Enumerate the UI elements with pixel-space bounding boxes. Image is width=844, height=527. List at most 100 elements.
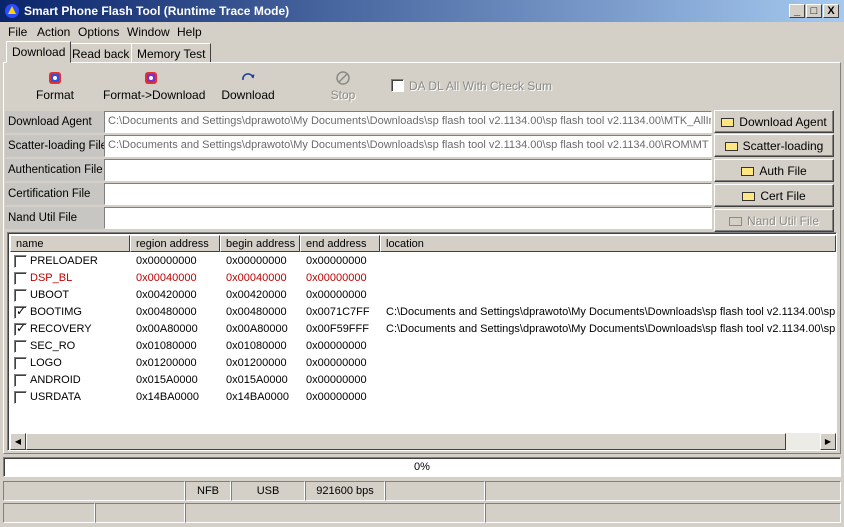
download-arrow-icon [242,73,255,81]
tab-read-back[interactable]: Read back [66,43,136,63]
table-row[interactable]: DSP_BL 0x00040000 0x00040000 0x00000000 [10,270,836,287]
row-checkbox[interactable]: ✓ [14,304,27,319]
cell-name: USRDATA [30,391,81,403]
cell-region: 0x00000000 [136,255,197,267]
column-header-name[interactable]: name [10,235,130,252]
table-row[interactable]: SEC_RO 0x01080000 0x01080000 0x00000000 [10,338,836,355]
menu-bar: File Action Options Window Help [0,22,844,41]
download-agent-button[interactable]: Download Agent [714,110,834,133]
stop-button[interactable]: Stop [322,68,364,104]
row-checkbox[interactable] [14,272,27,285]
authentication-file-field[interactable] [104,159,712,181]
format-label: Format [35,88,74,102]
format-button[interactable]: Format [30,68,80,104]
format-download-button[interactable]: Format->Download [103,68,205,104]
authentication-file-label: Authentication File [5,159,104,181]
menu-window[interactable]: Window [127,25,170,39]
auth-file-button[interactable]: Auth File [714,159,834,182]
certification-file-field[interactable] [104,183,712,205]
cell-end: 0x00000000 [306,357,367,369]
column-header-begin-address[interactable]: begin address [220,235,300,252]
table-row[interactable]: USRDATA 0x14BA0000 0x14BA0000 0x00000000 [10,389,836,406]
cert-file-button[interactable]: Cert File [714,184,834,207]
nand-util-file-button[interactable]: Nand Util File [714,209,834,232]
status-panel-empty-4 [3,503,95,523]
cell-name: DSP_BL [30,272,73,284]
scatter-loading-field[interactable]: C:\Documents and Settings\dprawoto\My Do… [104,135,712,157]
table-row[interactable]: UBOOT 0x00420000 0x00420000 0x00000000 [10,287,836,304]
cell-region: 0x14BA0000 [136,391,199,403]
menu-help[interactable]: Help [177,25,202,39]
nand-util-file-field[interactable] [104,207,712,229]
folder-icon [742,192,756,201]
horizontal-scrollbar[interactable]: ◀ ▶ [10,433,836,450]
status-panel-empty-5 [95,503,185,523]
cell-region: 0x01080000 [136,340,197,352]
progress-bar: 0% [3,457,841,477]
da-dl-checksum-checkbox[interactable] [391,79,404,92]
stop-icon [336,71,350,85]
menu-options[interactable]: Options [78,25,119,39]
scrollbar-thumb[interactable] [26,433,786,450]
cell-region: 0x00A80000 [136,323,198,335]
column-header-end-address[interactable]: end address [300,235,380,252]
row-checkbox[interactable] [14,289,27,302]
app-icon [5,4,19,18]
cell-name: RECOVERY [30,323,92,335]
scatter-loading-button[interactable]: Scatter-loading [714,134,834,157]
table-row[interactable]: PRELOADER 0x00000000 0x00000000 0x00000000 [10,253,836,270]
status-nfb: NFB [185,481,231,501]
tab-memory-test[interactable]: Memory Test [131,43,212,63]
cell-name: BOOTIMG [30,306,82,318]
maximize-button[interactable]: □ [806,4,822,18]
cell-end: 0x00000000 [306,289,367,301]
scroll-left-icon[interactable]: ◀ [10,433,26,450]
status-panel-empty-7 [485,503,841,523]
status-baud-rate: 921600 bps [305,481,385,501]
cell-end: 0x00000000 [306,374,367,386]
cell-location: C:\Documents and Settings\dprawoto\My Do… [386,323,836,335]
cell-end: 0x00000000 [306,391,367,403]
status-panel-empty-3 [485,481,841,501]
nand-util-file-label: Nand Util File [5,207,104,229]
scroll-right-icon[interactable]: ▶ [820,433,836,450]
cell-end: 0x00000000 [306,340,367,352]
menu-file[interactable]: File [8,25,27,39]
cell-name: UBOOT [30,289,70,301]
table-row[interactable]: ✓ BOOTIMG 0x00480000 0x00480000 0x0071C7FF C:… [10,304,836,321]
close-button[interactable]: X [823,4,839,18]
cell-name: ANDROID [30,374,81,386]
folder-icon [728,217,742,226]
download-agent-field[interactable]: C:\Documents and Settings\dprawoto\My Do… [104,111,712,133]
row-checkbox[interactable]: ✓ [14,321,27,336]
column-header-region-address[interactable]: region address [130,235,220,252]
format-icon [49,72,61,84]
tab-download[interactable]: Download [6,41,72,63]
column-header-location[interactable]: location [380,235,836,252]
window-title: Smart Phone Flash Tool (Runtime Trace Mo… [24,4,290,18]
table-row[interactable]: ANDROID 0x015A0000 0x015A0000 0x00000000 [10,372,836,389]
cell-region: 0x015A0000 [136,374,198,386]
cell-begin: 0x00000000 [226,255,287,267]
checkmark-icon: ✓ [16,304,27,318]
minimize-button[interactable]: _ [789,4,805,18]
table-row[interactable]: LOGO 0x01200000 0x01200000 0x00000000 [10,355,836,372]
menu-action[interactable]: Action [37,25,70,39]
cell-name: SEC_RO [30,340,76,352]
scatter-loading-label: Scatter-loading File [5,135,107,157]
cell-begin: 0x00040000 [226,272,287,284]
row-checkbox[interactable] [14,357,27,370]
certification-file-label: Certification File [5,183,104,205]
table-row[interactable]: ✓ RECOVERY 0x00A80000 0x00A80000 0x00F59FFF C… [10,321,836,338]
row-checkbox[interactable] [14,255,27,268]
stop-label: Stop [330,88,356,102]
checkmark-icon: ✓ [16,321,27,335]
partition-list[interactable]: name region address begin address end ad… [7,232,837,451]
download-button[interactable]: Download [220,68,276,104]
row-checkbox[interactable] [14,391,27,404]
folder-icon [721,118,735,127]
da-dl-checksum-label: DA DL All With Check Sum [409,79,552,93]
row-checkbox[interactable] [14,374,27,387]
status-panel-empty-1 [3,481,185,501]
row-checkbox[interactable] [14,340,27,353]
